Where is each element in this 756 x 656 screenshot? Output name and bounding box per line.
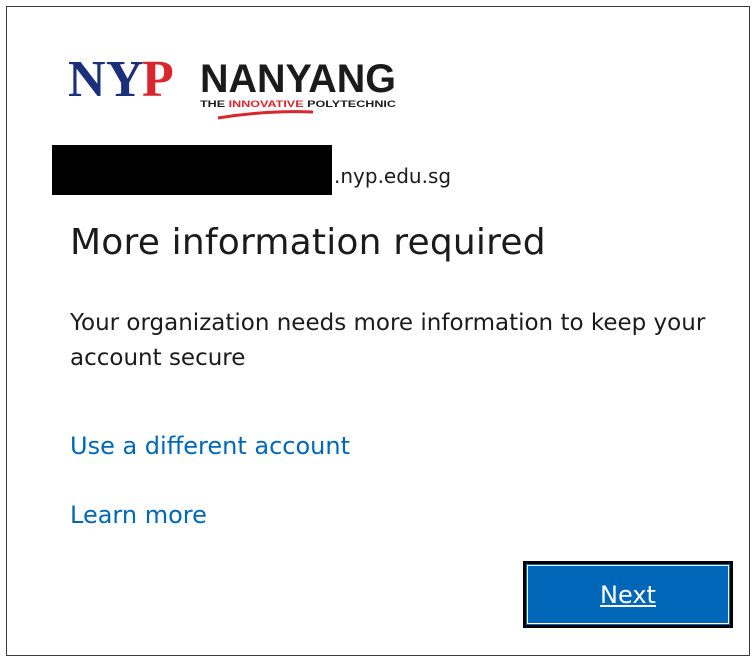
next-button[interactable]: Next [523,561,733,628]
redacted-username [52,145,332,195]
account-identity: .nyp.edu.sg [52,145,451,195]
logo-wordmark: NANYANG [200,57,396,101]
use-different-account-link[interactable]: Use a different account [70,432,350,460]
logo-monogram-p: P [142,52,174,108]
logo-monogram-n: N [68,52,105,108]
account-domain: .nyp.edu.sg [334,164,452,188]
learn-more-link[interactable]: Learn more [70,501,207,529]
page-title: More information required [70,222,546,263]
page-description: Your organization needs more information… [70,310,706,371]
nyp-logo: N Y P NANYANG THE INNOVATIVE POLYTECHNIC [68,52,396,120]
logo-tagline: THE INNOVATIVE POLYTECHNIC [200,99,396,110]
logo-monogram-y: Y [106,52,144,108]
logo-swoosh [217,110,314,120]
